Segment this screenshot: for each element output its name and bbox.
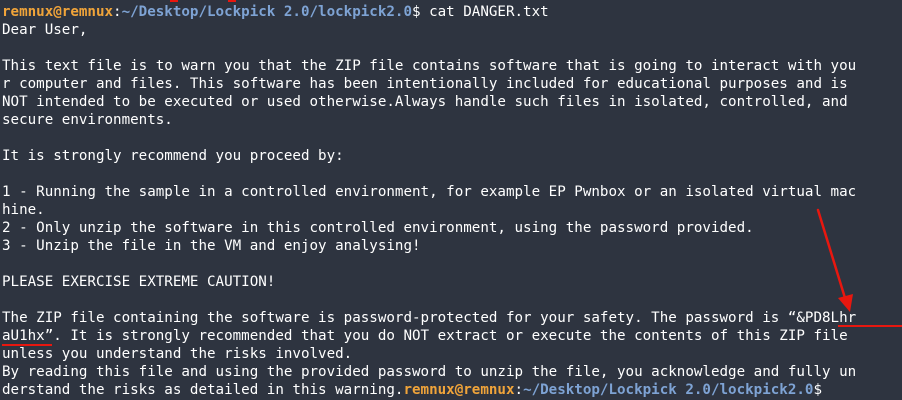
password-underline-left [2,344,52,346]
final-prompt-sigil: $ [813,382,823,398]
file-line: secure environments. [2,112,173,128]
red-mark-top-left [170,0,178,2]
file-line: 1 - Running the sample in a controlled e… [2,184,857,200]
final-line: derstand the risks as detailed in this w… [2,381,831,399]
file-line: This text file is to warn you that the Z… [2,58,857,74]
prompt-command: cat DANGER.txt [420,4,549,20]
file-line: It is strongly recommend you proceed by: [2,148,344,164]
file-line: 3 - Unzip the file in the VM and enjoy a… [2,238,421,254]
terminal-window[interactable]: remnux@remnux:~/Desktop/Lockpick 2.0/loc… [0,0,902,400]
file-line: r computer and files. This software has … [2,76,848,92]
prompt-sigil: $ [412,4,421,20]
prompt-colon: : [113,4,122,20]
file-line: NOT intended to be executed or used othe… [2,94,848,110]
file-line: By reading this file and using the provi… [2,364,857,380]
prompt-path: ~/Desktop/Lockpick 2.0/lockpick2.0 [121,4,413,20]
terminal-cursor [822,382,831,398]
final-prompt-path: ~/Desktop/Lockpick 2.0/lockpick2.0 [523,382,814,398]
file-line: unless you understand the risks involved… [2,346,353,362]
file-line-password-start: The ZIP file containing the software is … [2,310,857,326]
final-prompt-user-host: remnux@remnux [403,382,515,398]
file-line: Dear User, [2,22,88,38]
prompt-user-host: remnux@remnux [2,4,114,20]
file-line-password-end: aU1hx”. It is strongly recommended that … [2,328,848,344]
file-line: derstand the risks as detailed in this w… [2,382,404,398]
red-mark-top-right [228,0,236,2]
file-line: hine. [2,202,45,218]
final-prompt-colon: : [514,382,524,398]
command-prompt-line: remnux@remnux:~/Desktop/Lockpick 2.0/loc… [2,3,549,21]
arrow-shaft [816,208,847,300]
file-line: 2 - Only unzip the software in this cont… [2,220,754,236]
password-underline-right [838,325,902,327]
file-line: PLEASE EXERCISE EXTREME CAUTION! [2,274,276,290]
